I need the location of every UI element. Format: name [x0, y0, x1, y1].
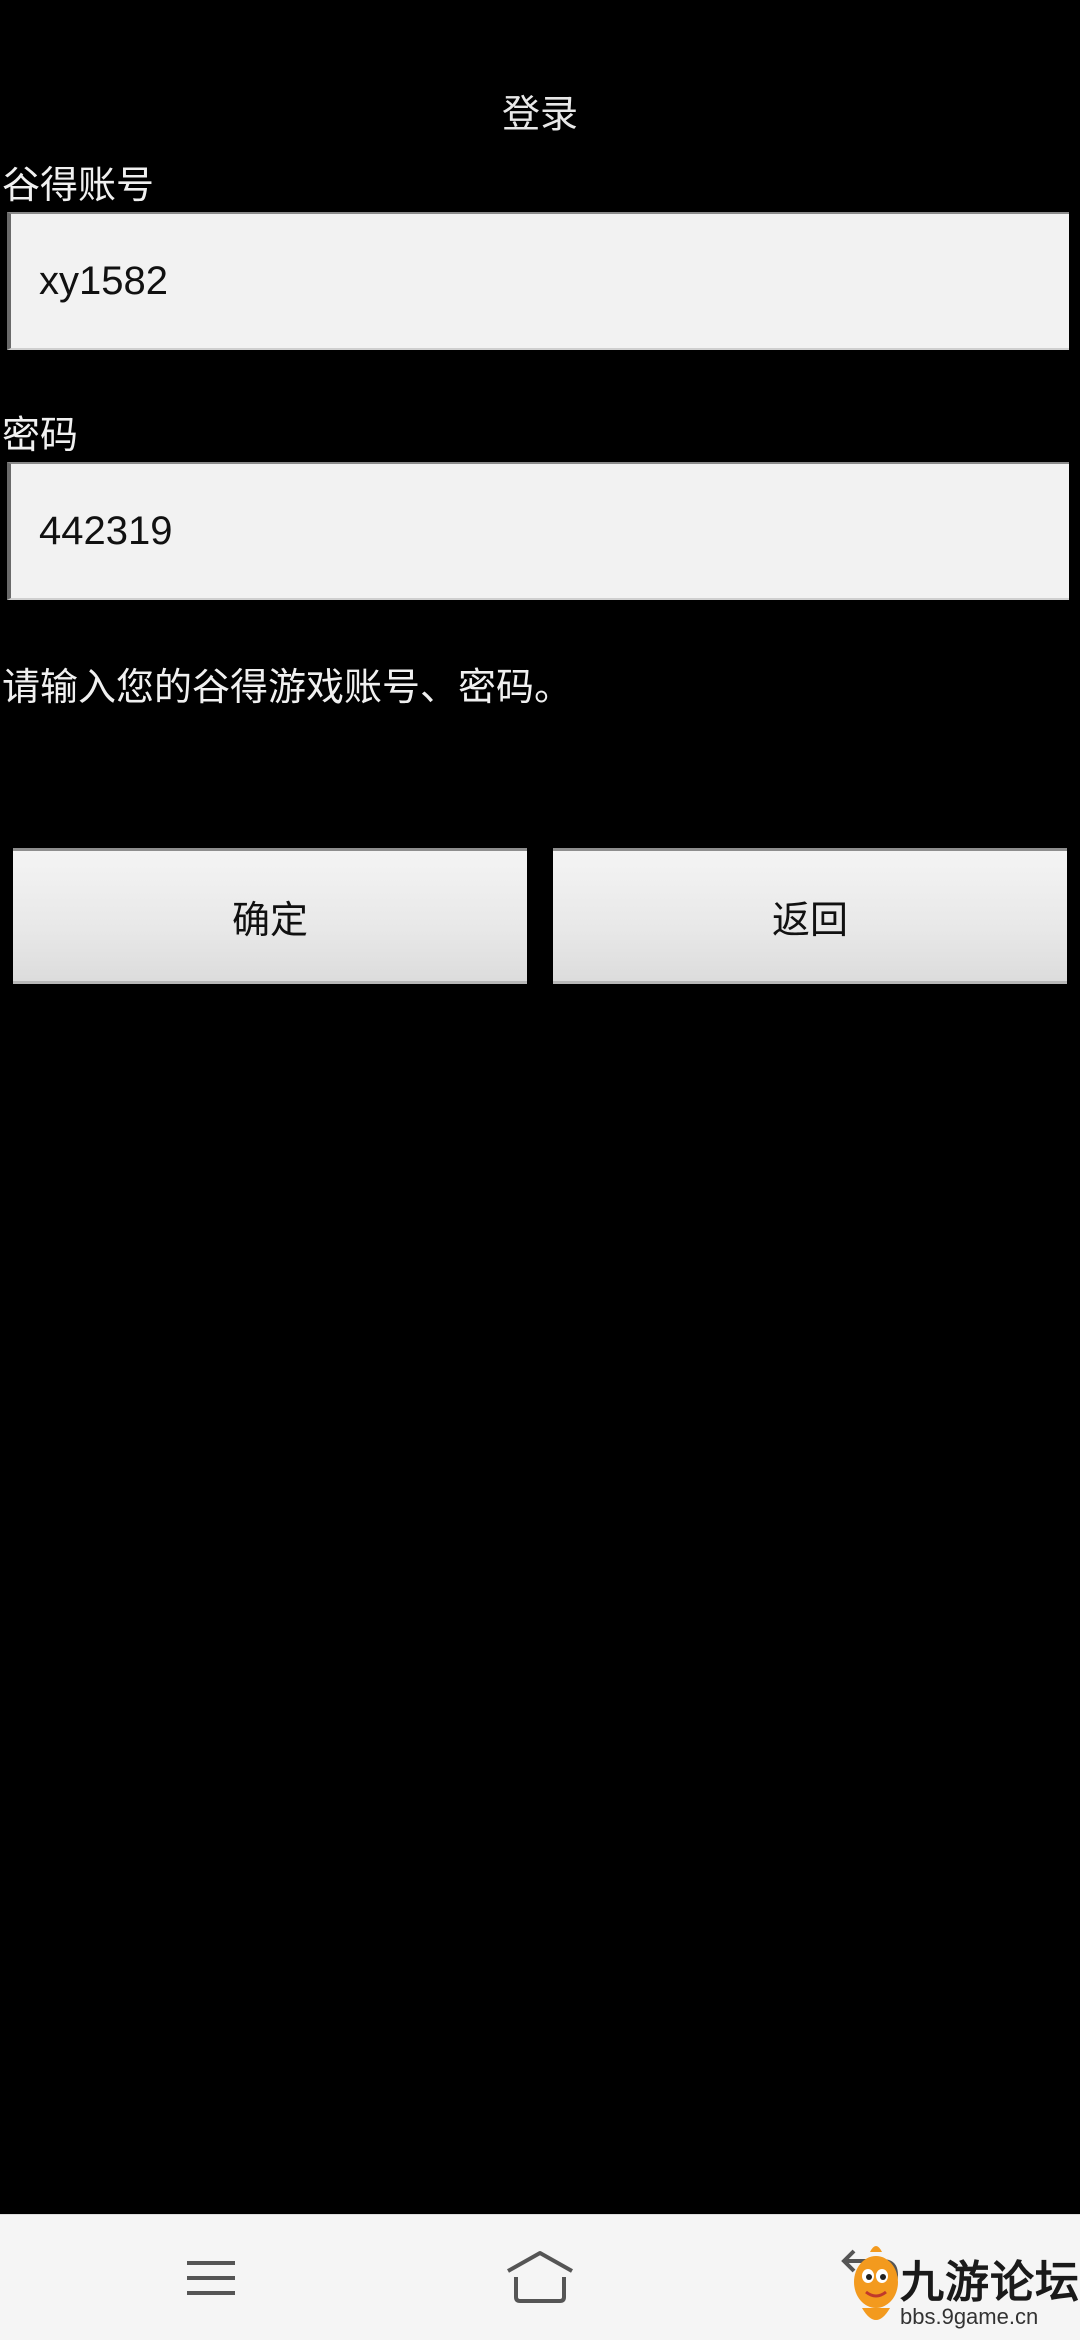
- account-label: 谷得账号: [2, 163, 155, 207]
- home-icon[interactable]: [500, 2243, 580, 2313]
- account-input[interactable]: [39, 214, 1039, 348]
- back-button[interactable]: 返回: [553, 848, 1067, 984]
- menu-icon[interactable]: [171, 2243, 251, 2313]
- confirm-button-label: 确定: [231, 897, 308, 942]
- account-field-container: [7, 212, 1069, 350]
- watermark-site-name: 九游论坛: [900, 2257, 1080, 2308]
- watermark-url: bbs.9game.cn: [900, 2304, 1039, 2329]
- confirm-button[interactable]: 确定: [13, 848, 527, 984]
- password-label: 密码: [2, 413, 79, 457]
- page-title: 登录: [501, 92, 578, 136]
- password-input[interactable]: [39, 464, 1039, 598]
- mascot-logo-icon: [848, 2240, 904, 2336]
- password-field-container: [7, 462, 1069, 600]
- back-button-label: 返回: [771, 897, 848, 942]
- login-hint: 请输入您的谷得游戏账号、密码。: [2, 665, 573, 709]
- login-screen: 登录 谷得账号 密码 请输入您的谷得游戏账号、密码。 确定 返回: [0, 0, 1080, 2340]
- watermark: 九游论坛 bbs.9game.cn: [848, 2240, 1080, 2340]
